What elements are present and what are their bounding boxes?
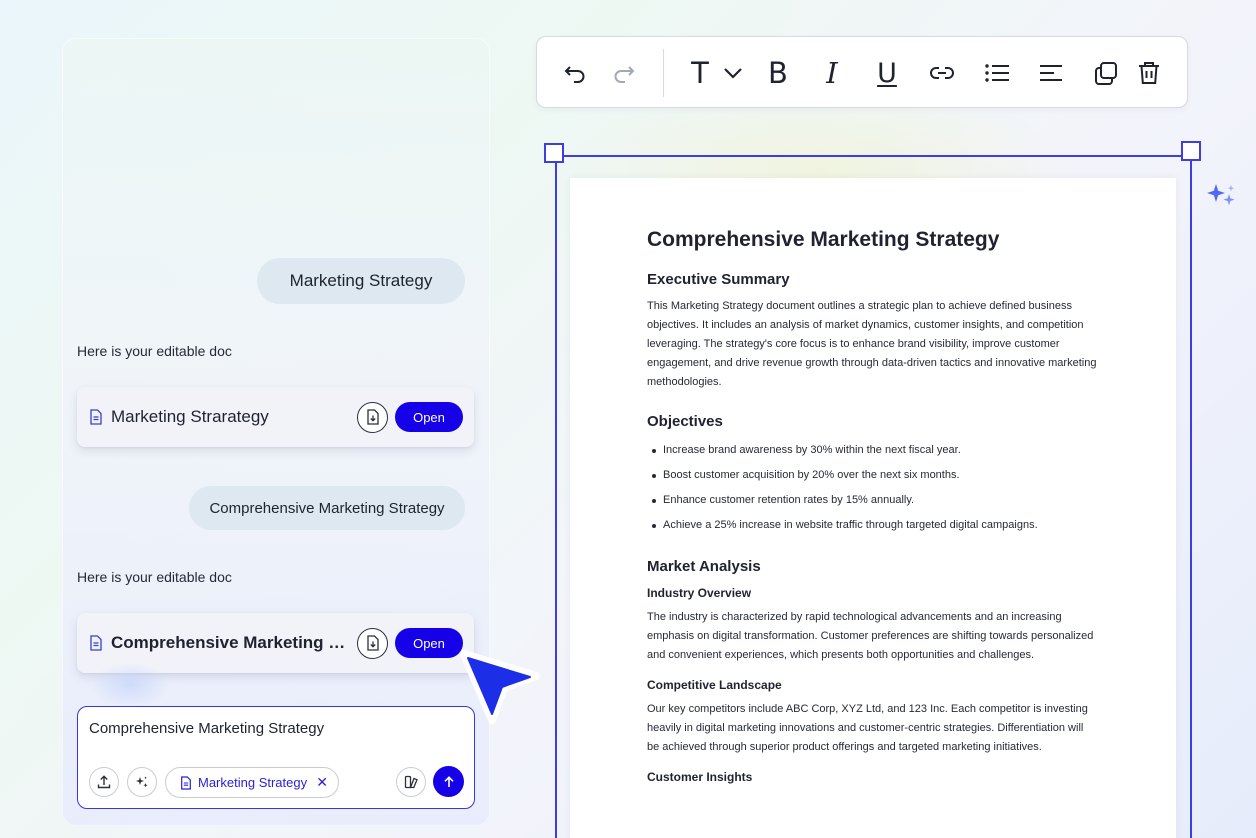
user-message-text: Comprehensive Marketing Strategy — [209, 499, 445, 517]
user-message-text: Marketing Strategy — [289, 271, 433, 290]
duplicate-icon — [1095, 62, 1117, 85]
document-icon — [181, 775, 191, 790]
download-button[interactable] — [357, 627, 388, 659]
delete-icon — [1139, 62, 1159, 84]
text-style-button[interactable]: T — [684, 56, 716, 90]
user-message: Comprehensive Marketing Strategy — [189, 486, 465, 530]
assistant-message-text: Here is your editable doc — [77, 343, 232, 359]
document-icon — [90, 409, 102, 425]
context-chip-label: Marketing Strategy — [198, 775, 308, 790]
format-toolbar: T B I U — [536, 36, 1188, 108]
send-button[interactable] — [433, 766, 464, 797]
bullet-list-button[interactable] — [981, 57, 1013, 89]
doc-card[interactable]: Marketing Strarategy Open — [77, 387, 474, 447]
toolbar-divider — [663, 49, 664, 97]
doc-card-title: Marketing Strarategy — [111, 407, 269, 426]
link-button[interactable] — [926, 57, 958, 89]
close-icon[interactable]: ✕ — [316, 774, 328, 791]
ai-magic-button[interactable] — [127, 767, 157, 797]
doc-card-title: Comprehensive Marketing Strategy — [111, 633, 347, 652]
assistant-message-text: Here is your editable doc — [77, 569, 232, 585]
align-left-icon — [1040, 65, 1062, 81]
document-icon — [90, 635, 102, 651]
bold-icon: B — [768, 56, 788, 90]
italic-icon: I — [826, 56, 838, 90]
open-button[interactable]: Open — [395, 402, 463, 432]
duplicate-button[interactable] — [1090, 57, 1122, 89]
context-chip[interactable]: Marketing Strategy ✕ — [165, 767, 339, 798]
upload-button[interactable] — [89, 767, 119, 797]
arrow-up-icon — [443, 775, 454, 787]
chevron-down-icon — [724, 68, 742, 79]
text-style-dropdown[interactable] — [717, 57, 749, 89]
resize-handle-top-left[interactable] — [544, 143, 564, 163]
link-icon — [930, 67, 954, 79]
download-icon — [366, 635, 379, 651]
sparkle-icon — [1207, 184, 1235, 206]
chat-composer[interactable]: Comprehensive Marketing Strategy Marketi… — [77, 706, 475, 809]
pointer-cursor-icon — [460, 650, 540, 724]
download-icon — [366, 409, 379, 425]
align-button[interactable] — [1035, 57, 1067, 89]
text-style-icon: T — [691, 56, 709, 90]
delete-button[interactable] — [1133, 57, 1165, 89]
sparkle-icon — [136, 776, 148, 788]
underline-button[interactable]: U — [871, 57, 903, 89]
redo-icon — [614, 66, 635, 83]
template-icon — [404, 775, 418, 789]
upload-icon — [97, 775, 111, 789]
underline-icon: U — [877, 57, 897, 89]
bold-button[interactable]: B — [762, 56, 794, 90]
redo-button[interactable] — [608, 57, 640, 89]
undo-icon — [564, 66, 585, 83]
bullet-list-icon — [985, 64, 1009, 82]
user-message: Marketing Strategy — [257, 258, 465, 304]
composer-input[interactable]: Comprehensive Marketing Strategy — [89, 720, 324, 737]
selection-frame — [555, 155, 1192, 838]
italic-button[interactable]: I — [816, 56, 848, 90]
undo-button[interactable] — [559, 57, 591, 89]
template-button[interactable] — [396, 767, 426, 797]
open-button[interactable]: Open — [395, 628, 463, 658]
resize-handle-top-right[interactable] — [1181, 141, 1201, 161]
download-button[interactable] — [357, 401, 388, 433]
decorative-glow — [90, 662, 170, 708]
